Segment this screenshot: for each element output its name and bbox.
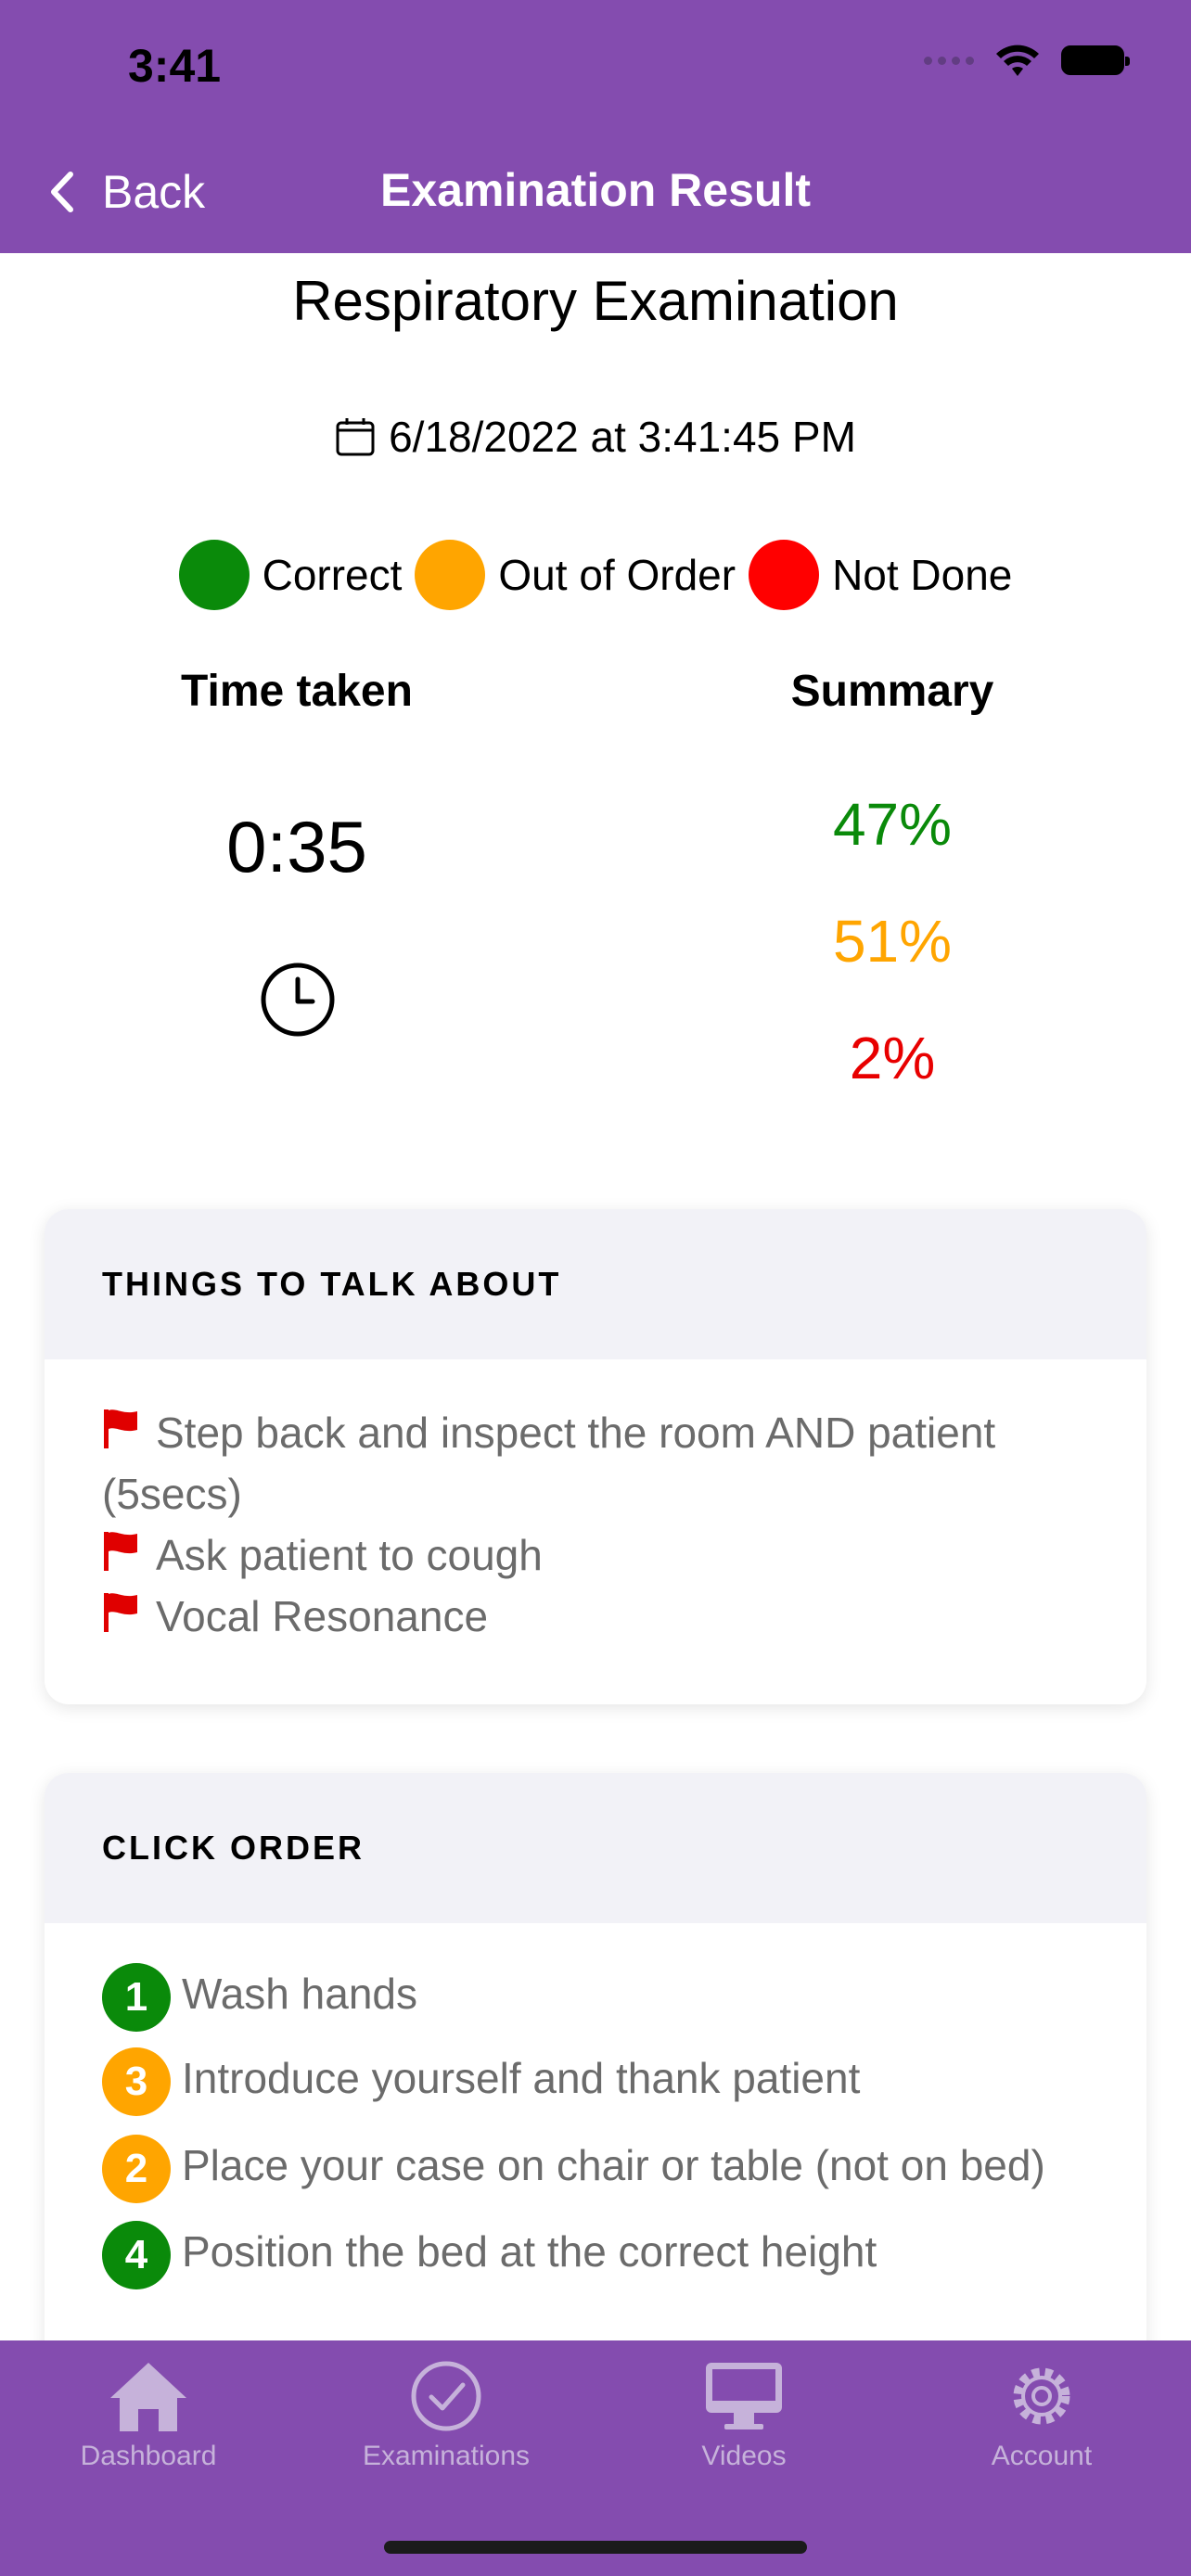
tab-label: Videos bbox=[701, 2441, 787, 2471]
gear-icon bbox=[1013, 2367, 1070, 2425]
battery-icon bbox=[1061, 45, 1130, 75]
correct-percentage: 47% bbox=[832, 791, 953, 858]
exam-title: Respiratory Examination bbox=[292, 270, 899, 332]
list-item: Step back and inspect the room AND patie… bbox=[102, 1409, 996, 1518]
monitor-icon bbox=[706, 2363, 782, 2429]
legend-out-of-order: Out of Order bbox=[415, 540, 736, 610]
list-item: 2 Place your case on chair or table (not … bbox=[102, 2125, 1102, 2205]
page-title: Examination Result bbox=[380, 164, 811, 216]
card-title: THINGS TO TALK ABOUT bbox=[45, 1209, 1146, 1359]
order-number-badge: 3 bbox=[102, 2047, 171, 2116]
exam-date: 6/18/2022 at 3:41:45 PM bbox=[0, 412, 1191, 462]
clock-icon bbox=[261, 963, 335, 1037]
click-order-card: CLICK ORDER 1 Wash hands 3 Introduce yours… bbox=[45, 1773, 1146, 2422]
time-taken-value: 0:35 bbox=[226, 806, 367, 887]
signal-icon bbox=[924, 56, 974, 65]
calendar-icon bbox=[336, 418, 375, 456]
top-bar: 3:41 Back Examination Result bbox=[0, 0, 1191, 253]
list-item: 1 Wash hands bbox=[102, 1957, 1102, 2032]
not-done-dot-icon bbox=[749, 540, 820, 610]
legend: Correct Out of Order Not Done bbox=[0, 540, 1191, 610]
list-item: Vocal Resonance bbox=[102, 1586, 1102, 1647]
out-of-order-dot-icon bbox=[415, 540, 486, 610]
status-icons bbox=[924, 43, 1130, 78]
legend-correct: Correct bbox=[178, 540, 403, 610]
legend-label: Out of Order bbox=[498, 551, 736, 599]
click-order-list: 1 Wash hands 3 Introduce yourself and than… bbox=[45, 1923, 1146, 2327]
tab-label: Account bbox=[991, 2441, 1093, 2471]
legend-label: Correct bbox=[262, 551, 403, 599]
list-item: 4 Position the bed at the correct height bbox=[102, 2214, 1102, 2289]
time-taken-heading: Time taken bbox=[181, 667, 413, 716]
card-title: CLICK ORDER bbox=[45, 1773, 1146, 1923]
flag-icon bbox=[104, 1593, 137, 1632]
order-number-badge: 4 bbox=[102, 2220, 171, 2289]
tab-label: Examinations bbox=[362, 2441, 531, 2471]
summary-heading: Summary bbox=[790, 667, 994, 716]
tab-videos[interactable]: Videos bbox=[596, 2359, 892, 2472]
order-number-badge: 2 bbox=[102, 2134, 171, 2203]
check-circle-icon bbox=[411, 2361, 481, 2431]
tab-examinations[interactable]: Examinations bbox=[298, 2359, 595, 2472]
talk-about-card: THINGS TO TALK ABOUT Step back and inspe… bbox=[45, 1209, 1146, 1704]
talk-about-list: Step back and inspect the room AND patie… bbox=[45, 1359, 1146, 1675]
flag-icon bbox=[104, 1532, 137, 1571]
list-item: Ask patient to cough bbox=[102, 1524, 1102, 1586]
tab-dashboard[interactable]: Dashboard bbox=[0, 2359, 297, 2472]
tab-account[interactable]: Account bbox=[893, 2359, 1190, 2472]
legend-label: Not Done bbox=[832, 551, 1013, 599]
out-of-order-percentage: 51% bbox=[832, 908, 953, 975]
tab-label: Dashboard bbox=[80, 2441, 217, 2471]
home-indicator[interactable] bbox=[384, 2541, 807, 2554]
legend-not-done: Not Done bbox=[749, 540, 1012, 610]
list-item: 3 Introduce yourself and thank patient bbox=[102, 2041, 1102, 2116]
flag-icon bbox=[104, 1409, 137, 1448]
status-time: 3:41 bbox=[128, 40, 222, 92]
exam-date-text: 6/18/2022 at 3:41:45 PM bbox=[389, 413, 856, 461]
correct-dot-icon bbox=[178, 540, 250, 610]
home-icon bbox=[110, 2363, 186, 2431]
wifi-icon bbox=[996, 45, 1039, 76]
order-number-badge: 1 bbox=[102, 1962, 171, 2032]
not-done-percentage: 2% bbox=[849, 1025, 936, 1091]
